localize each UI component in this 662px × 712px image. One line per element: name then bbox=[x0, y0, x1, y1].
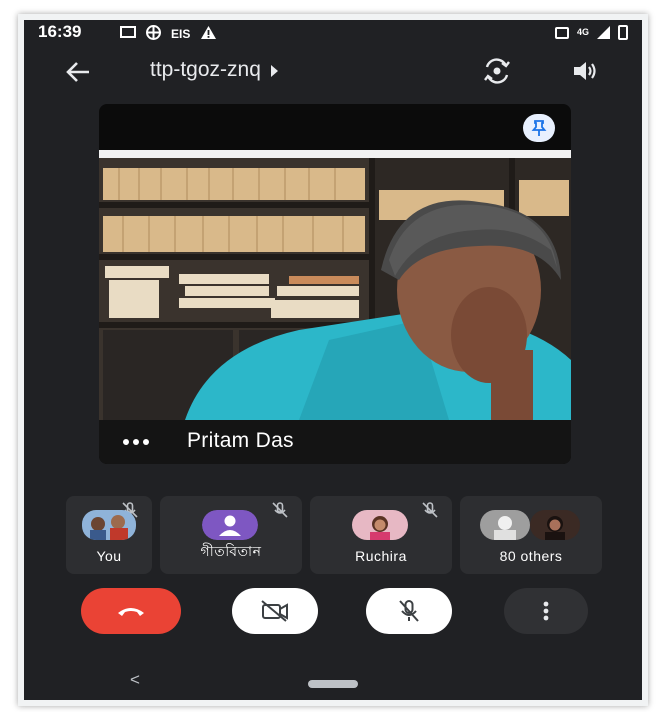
battery-icon bbox=[618, 25, 628, 40]
participant-label: 80 others bbox=[499, 548, 563, 564]
call-controls bbox=[24, 588, 642, 638]
main-video-tile[interactable]: Pritam Das bbox=[99, 104, 571, 464]
more-horizontal-icon[interactable] bbox=[123, 432, 163, 452]
default-person-avatar bbox=[202, 510, 258, 540]
video-feed bbox=[99, 150, 571, 420]
avatar bbox=[352, 510, 408, 540]
audio-output-button[interactable] bbox=[568, 54, 602, 88]
more-vertical-icon bbox=[543, 601, 549, 621]
phone-hangup-icon bbox=[118, 608, 144, 616]
mic-off-icon bbox=[422, 502, 438, 518]
camera-toggle-button[interactable] bbox=[232, 588, 318, 634]
pin-button[interactable] bbox=[523, 114, 555, 142]
screen-cast-icon bbox=[120, 26, 136, 42]
status-icons-left: EIS bbox=[120, 25, 217, 43]
participant-label: Ruchira bbox=[355, 548, 407, 564]
switch-camera-button[interactable] bbox=[480, 54, 514, 88]
caret-right-icon bbox=[270, 65, 278, 77]
participant-tile-others[interactable]: 80 others bbox=[460, 496, 602, 574]
sim-icon bbox=[554, 26, 569, 39]
nav-back-button[interactable]: < bbox=[130, 670, 140, 690]
mic-toggle-button[interactable] bbox=[366, 588, 452, 634]
status-time: 16:39 bbox=[38, 22, 82, 41]
participant-tile-ruchira[interactable]: Ruchira bbox=[310, 496, 452, 574]
meeting-code-button[interactable]: ttp-tgoz-znq bbox=[150, 58, 278, 82]
video-off-icon bbox=[261, 600, 288, 622]
network-type-label: 4G bbox=[576, 27, 589, 37]
switch-camera-icon bbox=[484, 58, 510, 84]
warning-icon bbox=[200, 25, 217, 43]
speaker-icon bbox=[574, 62, 596, 80]
eis-label: EIS bbox=[171, 27, 191, 41]
status-icons-right: 4G bbox=[554, 25, 628, 40]
more-options-button[interactable] bbox=[504, 588, 588, 634]
mic-off-icon bbox=[272, 502, 288, 518]
avatar bbox=[82, 510, 136, 540]
avatar bbox=[530, 510, 580, 540]
status-bar: 16:39 EIS 4G bbox=[24, 20, 642, 48]
system-nav-bar: < bbox=[24, 666, 642, 700]
avatar bbox=[480, 510, 530, 540]
mic-off-icon bbox=[399, 600, 419, 622]
meeting-code: ttp-tgoz-znq bbox=[150, 58, 261, 81]
signal-icon bbox=[597, 26, 610, 39]
participant-label: গীতবিতান bbox=[200, 543, 262, 559]
call-toolbar: ttp-tgoz-znq bbox=[24, 50, 642, 94]
nav-home-pill[interactable] bbox=[308, 680, 358, 688]
pin-icon bbox=[531, 120, 547, 136]
participant-tile-you[interactable]: You bbox=[66, 496, 152, 574]
back-button[interactable] bbox=[62, 56, 94, 88]
speaker-name: Pritam Das bbox=[187, 429, 294, 452]
arrow-left-icon bbox=[66, 62, 89, 82]
participant-tile-gitabitan[interactable]: গীতবিতান bbox=[160, 496, 302, 574]
speaker-name-bar: Pritam Das bbox=[99, 420, 571, 464]
end-call-button[interactable] bbox=[81, 588, 181, 634]
participant-label: You bbox=[96, 548, 122, 564]
meet-call-screen: 16:39 EIS 4G ttp-tgoz-znq Pritam Das You… bbox=[24, 20, 642, 700]
participant-strip: You গীতবিতান Ruchira 80 others bbox=[66, 496, 606, 574]
grid-icon bbox=[146, 25, 161, 43]
